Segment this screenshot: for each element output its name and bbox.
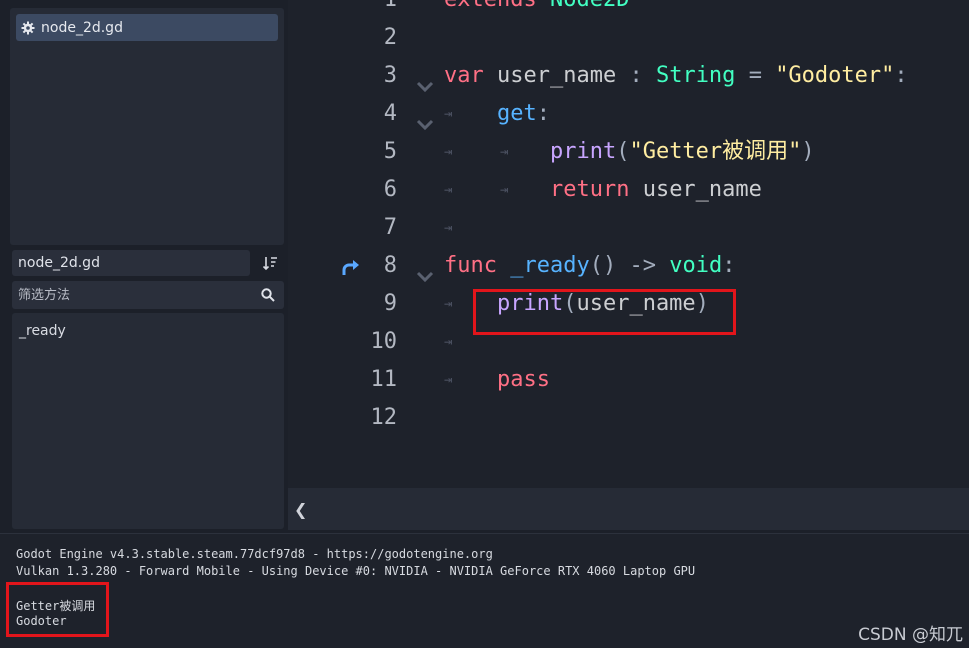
line-number: 6: [383, 177, 397, 202]
current-file-row: node_2d.gd: [12, 249, 284, 277]
code-editor[interactable]: 1 extends Node2D 2 3 var user_name : String …: [288, 0, 969, 488]
code-text: get:: [496, 101, 550, 126]
code-text: extends Node2D: [444, 0, 629, 19]
breakpoint-arrow-icon[interactable]: [340, 254, 362, 276]
script-list-panel: node_2d.gd: [10, 8, 284, 245]
filter-methods-input[interactable]: [12, 281, 252, 309]
output-highlight-box: [6, 582, 109, 637]
line-number: 10: [370, 329, 398, 354]
line-number: 8: [383, 253, 397, 278]
chevron-down-icon[interactable]: [416, 107, 434, 131]
collapse-panel-button[interactable]: ❮: [294, 500, 307, 519]
line-number: 2: [383, 25, 397, 50]
code-line[interactable]: 3 var user_name : String = "Godoter":: [288, 57, 969, 95]
output-line: Godot Engine v4.3.stable.steam.77dcf97d8…: [16, 547, 493, 561]
code-line[interactable]: 1 extends Node2D: [288, 0, 969, 19]
chevron-down-icon[interactable]: [416, 69, 434, 93]
code-line[interactable]: 12: [288, 399, 969, 437]
line-number: 12: [370, 405, 398, 430]
line-number: 7: [383, 215, 397, 240]
code-text: func _ready() -> void:: [444, 253, 736, 278]
line-number: 5: [383, 139, 397, 164]
sort-icon[interactable]: [260, 253, 280, 273]
line-number: 9: [383, 291, 397, 316]
gear-icon: [21, 21, 35, 35]
search-icon[interactable]: [260, 287, 276, 303]
code-line[interactable]: 2: [288, 19, 969, 57]
editor-footer: ❮: [288, 488, 969, 530]
line-number: 4: [383, 101, 397, 126]
code-line[interactable]: 6 ⇥ ⇥ return user_name: [288, 171, 969, 209]
method-list-panel: _ready: [12, 313, 284, 529]
code-highlight-box: [473, 289, 736, 335]
watermark: CSDN @知兀: [858, 625, 963, 645]
output-line: Vulkan 1.3.280 - Forward Mobile - Using …: [16, 564, 696, 578]
code-text: return user_name: [549, 177, 762, 202]
tab-indent-marker: ⇥: [444, 334, 453, 350]
tab-indent-marker: ⇥: [444, 220, 453, 236]
code-text: pass: [496, 367, 550, 392]
line-number: 11: [370, 367, 398, 392]
line-number: 1: [384, 0, 397, 19]
output-panel: Godot Engine v4.3.stable.steam.77dcf97d8…: [0, 533, 969, 648]
script-item-label: node_2d.gd: [41, 19, 123, 36]
code-line[interactable]: 8 func _ready() -> void:: [288, 247, 969, 285]
chevron-down-icon[interactable]: [416, 259, 434, 283]
code-line[interactable]: 7 ⇥: [288, 209, 969, 247]
code-line[interactable]: 11 ⇥ pass: [288, 361, 969, 399]
script-list-item[interactable]: node_2d.gd: [16, 14, 278, 41]
current-file-label: node_2d.gd: [12, 250, 250, 276]
method-list-item[interactable]: _ready: [19, 323, 66, 339]
method-filter: [12, 281, 284, 309]
code-text: var user_name : String = "Godoter":: [444, 63, 908, 88]
code-text: print("Getter被调用"): [549, 139, 815, 164]
code-line[interactable]: 4 ⇥ get:: [288, 95, 969, 133]
line-number: 3: [383, 63, 397, 88]
code-line[interactable]: 5 ⇥ ⇥ print("Getter被调用"): [288, 133, 969, 171]
